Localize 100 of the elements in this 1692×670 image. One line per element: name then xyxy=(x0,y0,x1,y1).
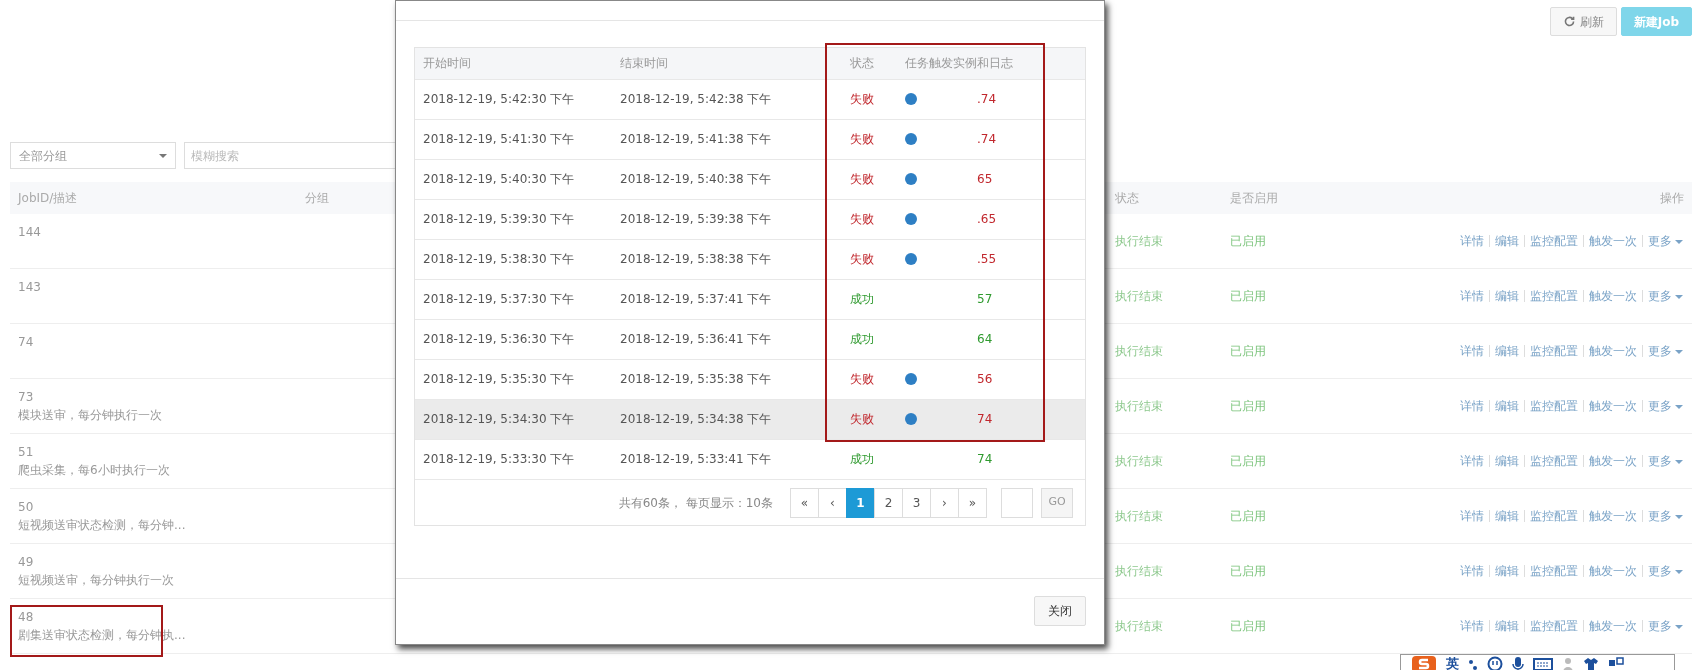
caret-icon xyxy=(1675,459,1683,464)
more-dropdown[interactable]: 更多 xyxy=(1642,510,1688,522)
caret-icon xyxy=(1675,569,1683,574)
punctuation-icon[interactable] xyxy=(1468,657,1478,670)
info-icon[interactable] xyxy=(905,173,917,185)
info-icon[interactable] xyxy=(905,213,917,225)
action-link[interactable]: 编辑 xyxy=(1489,345,1524,357)
instance-link[interactable]: 74 xyxy=(977,410,993,428)
instance-link[interactable]: 57 xyxy=(977,290,993,308)
action-link[interactable]: 触发一次 xyxy=(1583,455,1642,467)
instance-link[interactable]: 56 xyxy=(977,370,993,388)
more-dropdown[interactable]: 更多 xyxy=(1642,620,1688,632)
action-link[interactable]: 编辑 xyxy=(1489,510,1524,522)
action-link[interactable]: 编辑 xyxy=(1489,235,1524,247)
page-button[interactable]: « xyxy=(790,487,819,518)
page-button[interactable]: › xyxy=(930,487,959,518)
job-description: 短视频送审状态检测，每分钟... xyxy=(18,517,187,534)
action-link[interactable]: 编辑 xyxy=(1489,620,1524,632)
action-link[interactable]: 监控配置 xyxy=(1524,510,1583,522)
action-link[interactable]: 监控配置 xyxy=(1524,565,1583,577)
action-link[interactable]: 详情 xyxy=(1455,235,1489,247)
instance-link[interactable]: 64 xyxy=(977,330,993,348)
more-dropdown[interactable]: 更多 xyxy=(1642,400,1688,412)
end-time: 2018-12-19, 5:36:41 下午 xyxy=(612,319,827,359)
action-link[interactable]: 触发一次 xyxy=(1583,620,1642,632)
instance-link[interactable]: .74 xyxy=(977,90,997,108)
action-link[interactable]: 触发一次 xyxy=(1583,400,1642,412)
enabled-status: 已启用 xyxy=(1230,343,1267,360)
instance-link[interactable]: .65 xyxy=(977,210,997,228)
microphone-icon[interactable] xyxy=(1512,656,1524,670)
action-link[interactable]: 编辑 xyxy=(1489,400,1524,412)
action-link[interactable]: 编辑 xyxy=(1489,290,1524,302)
action-link[interactable]: 触发一次 xyxy=(1583,565,1642,577)
more-dropdown[interactable]: 更多 xyxy=(1642,565,1688,577)
action-link[interactable]: 触发一次 xyxy=(1583,235,1642,247)
column-header: 任务触发实例和日志 xyxy=(897,48,1085,79)
enabled-status: 已启用 xyxy=(1230,563,1267,580)
action-link[interactable]: 监控配置 xyxy=(1524,620,1583,632)
action-link[interactable]: 触发一次 xyxy=(1583,510,1642,522)
job-id: 144 xyxy=(18,224,42,241)
keyboard-icon[interactable] xyxy=(1533,657,1553,670)
input-mode-toggle[interactable]: 英 xyxy=(1446,654,1459,670)
start-time: 2018-12-19, 5:38:30 下午 xyxy=(415,239,612,279)
info-icon[interactable] xyxy=(905,93,917,105)
column-header: 开始时间 xyxy=(415,48,612,79)
action-link[interactable]: 监控配置 xyxy=(1524,235,1583,247)
run-status: 失败 xyxy=(850,172,874,186)
action-link[interactable]: 详情 xyxy=(1455,345,1489,357)
caret-icon xyxy=(1675,404,1683,409)
run-status: 失败 xyxy=(850,132,874,146)
action-link[interactable]: 详情 xyxy=(1455,455,1489,467)
end-time: 2018-12-19, 5:38:38 下午 xyxy=(612,239,827,279)
instance-link[interactable]: .55 xyxy=(977,250,997,268)
caret-icon xyxy=(1675,294,1683,299)
info-icon[interactable] xyxy=(905,373,917,385)
column-header: 结束时间 xyxy=(612,48,827,79)
action-link[interactable]: 监控配置 xyxy=(1524,345,1583,357)
job-status: 执行结束 xyxy=(1115,618,1164,635)
action-link[interactable]: 监控配置 xyxy=(1524,400,1583,412)
shirt-icon[interactable] xyxy=(1583,657,1599,670)
group-select[interactable]: 全部分组 xyxy=(10,142,176,169)
hovered-row[interactable]: 2018-12-19, 5:34:30 下午 2018-12-19, 5:34:38 下午 失败 74 xyxy=(415,399,1085,439)
action-link[interactable]: 触发一次 xyxy=(1583,290,1642,302)
more-dropdown[interactable]: 更多 xyxy=(1642,290,1688,302)
action-link[interactable]: 详情 xyxy=(1455,565,1489,577)
info-icon[interactable] xyxy=(905,413,917,425)
instance-link[interactable]: .74 xyxy=(977,130,997,148)
page-button[interactable]: 2 xyxy=(874,487,903,518)
instance-link[interactable]: 65 xyxy=(977,170,993,188)
more-dropdown[interactable]: 更多 xyxy=(1642,345,1688,357)
info-icon[interactable] xyxy=(905,253,917,265)
page-button[interactable]: » xyxy=(958,487,987,518)
instance-link[interactable]: 74 xyxy=(977,450,993,469)
action-link[interactable]: 监控配置 xyxy=(1524,455,1583,467)
action-link[interactable]: 详情 xyxy=(1455,290,1489,302)
action-link[interactable]: 详情 xyxy=(1455,620,1489,632)
close-button[interactable]: 关闭 xyxy=(1034,596,1086,626)
refresh-button[interactable]: 刷新 xyxy=(1549,7,1617,36)
ime-logo-icon[interactable] xyxy=(1411,655,1437,670)
more-dropdown[interactable]: 更多 xyxy=(1642,235,1688,247)
info-icon[interactable] xyxy=(905,133,917,145)
page-number-field[interactable] xyxy=(1001,487,1033,518)
job-id: 74 xyxy=(18,334,35,351)
action-link[interactable]: 编辑 xyxy=(1489,565,1524,577)
action-link[interactable]: 编辑 xyxy=(1489,455,1524,467)
start-time: 2018-12-19, 5:39:30 下午 xyxy=(415,199,612,239)
action-link[interactable]: 详情 xyxy=(1455,400,1489,412)
more-dropdown[interactable]: 更多 xyxy=(1642,455,1688,467)
page-button[interactable]: 3 xyxy=(902,487,931,518)
caret-icon xyxy=(1675,514,1683,519)
action-link[interactable]: 详情 xyxy=(1455,510,1489,522)
enabled-status: 已启用 xyxy=(1230,398,1267,415)
start-time: 2018-12-19, 5:36:30 下午 xyxy=(415,319,612,359)
page-button[interactable]: ‹ xyxy=(818,487,847,518)
smiley-icon[interactable] xyxy=(1487,656,1503,670)
job-status: 执行结束 xyxy=(1115,288,1164,305)
action-link[interactable]: 触发一次 xyxy=(1583,345,1642,357)
page-button[interactable]: 1 xyxy=(846,487,875,518)
action-link[interactable]: 监控配置 xyxy=(1524,290,1583,302)
new-job-button[interactable]: 新建Job xyxy=(1620,7,1692,36)
